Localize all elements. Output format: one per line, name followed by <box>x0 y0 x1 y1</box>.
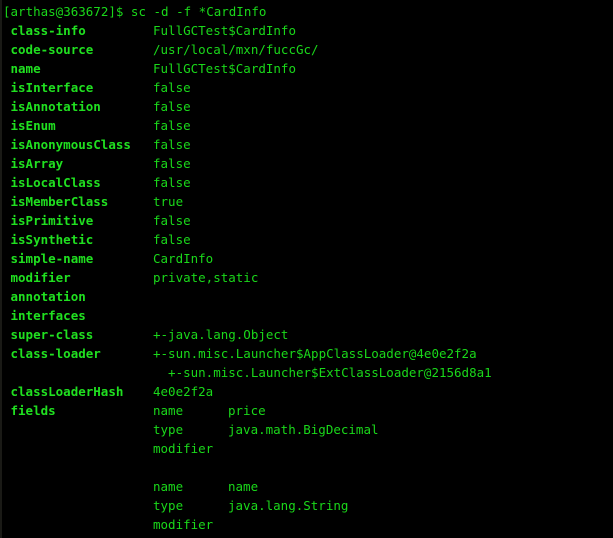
detail-row-simple-name: simple-name CardInfo <box>3 249 613 268</box>
fields-row-modifier-0: modifier <box>3 439 613 458</box>
detail-key: name <box>10 61 41 76</box>
field-value-name: price <box>228 403 266 418</box>
detail-row-class-info: class-info FullGCTest$CardInfo <box>3 21 613 40</box>
detail-key: class-loader <box>10 346 101 361</box>
detail-row-name: name FullGCTest$CardInfo <box>3 59 613 78</box>
detail-row-modifier: modifier private,static <box>3 268 613 287</box>
detail-value: true <box>153 194 184 209</box>
detail-row-isannotation: isAnnotation false <box>3 97 613 116</box>
field-label-modifier: modifier <box>153 517 214 532</box>
detail-value: false <box>153 156 191 171</box>
detail-value: false <box>153 99 191 114</box>
detail-row-class-loader: class-loader +-sun.misc.Launcher$AppClass… <box>3 344 613 363</box>
field-value-name: name <box>228 479 259 494</box>
detail-row-isinterface: isInterface false <box>3 78 613 97</box>
detail-key: isLocalClass <box>10 175 101 190</box>
field-label-modifier: modifier <box>153 441 214 456</box>
detail-row-super-class: super-class +-java.lang.Object <box>3 325 613 344</box>
detail-row-isarray: isArray false <box>3 154 613 173</box>
prompt-text: [arthas@363672]$ sc -d -f *CardInfo <box>3 4 267 19</box>
detail-value: false <box>153 118 191 133</box>
terminal-window[interactable]: [arthas@363672]$ sc -d -f *CardInfo clas… <box>0 0 613 538</box>
detail-row-islocalclass: isLocalClass false <box>3 173 613 192</box>
detail-key: simple-name <box>10 251 94 266</box>
detail-key: isInterface <box>10 80 94 95</box>
detail-value: false <box>153 80 191 95</box>
fields-separator <box>3 458 613 477</box>
detail-row-interfaces: interfaces <box>3 306 613 325</box>
detail-value: false <box>153 137 191 152</box>
fields-separator <box>3 534 613 538</box>
detail-row-classloaderhash: classLoaderHash 4e0e2f2a <box>3 382 613 401</box>
detail-value: +-java.lang.Object <box>153 327 289 342</box>
detail-key: code-source <box>10 42 94 57</box>
detail-key: classLoaderHash <box>10 384 124 399</box>
detail-value: false <box>153 175 191 190</box>
detail-row-isanonymousclass: isAnonymousClass false <box>3 135 613 154</box>
terminal-left-gutter <box>0 0 2 538</box>
fields-row-name-1: name name <box>3 477 613 496</box>
detail-row-isprimitive: isPrimitive false <box>3 211 613 230</box>
detail-key: modifier <box>10 270 71 285</box>
detail-key: isMemberClass <box>10 194 109 209</box>
detail-key: annotation <box>10 289 86 304</box>
detail-key: isAnnotation <box>10 99 101 114</box>
detail-key: interfaces <box>10 308 86 323</box>
detail-value: private,static <box>153 270 259 285</box>
detail-row-ismemberclass: isMemberClass true <box>3 192 613 211</box>
terminal-screen: [arthas@363672]$ sc -d -f *CardInfo clas… <box>3 2 613 538</box>
fields-key: fields <box>10 403 56 418</box>
detail-key: super-class <box>10 327 94 342</box>
fields-row-type-0: type java.math.BigDecimal <box>3 420 613 439</box>
detail-row-isenum: isEnum false <box>3 116 613 135</box>
fields-row-type-1: type java.lang.String <box>3 496 613 515</box>
detail-value: 4e0e2f2a <box>153 384 214 399</box>
detail-value: false <box>153 213 191 228</box>
detail-key: class-info <box>10 23 86 38</box>
fields-row-name-0: fields name price <box>3 401 613 420</box>
command-prompt-line: [arthas@363672]$ sc -d -f *CardInfo <box>3 2 613 21</box>
field-label-type: type <box>153 422 184 437</box>
field-label-name: name <box>153 479 184 494</box>
detail-value: CardInfo <box>153 251 214 266</box>
detail-row-annotation: annotation <box>3 287 613 306</box>
fields-row-modifier-1: modifier <box>3 515 613 534</box>
detail-value: false <box>153 232 191 247</box>
detail-key: isPrimitive <box>10 213 94 228</box>
field-value-type: java.math.BigDecimal <box>228 422 379 437</box>
field-label-name: name <box>153 403 184 418</box>
field-label-type: type <box>153 498 184 513</box>
detail-value: /usr/local/mxn/fuccGc/ <box>153 42 319 57</box>
detail-key: isAnonymousClass <box>10 137 131 152</box>
detail-key: isEnum <box>10 118 56 133</box>
field-value-type: java.lang.String <box>228 498 349 513</box>
class-loader-line-2: +-sun.misc.Launcher$ExtClassLoader@2156d… <box>153 365 492 380</box>
detail-row-issynthetic: isSynthetic false <box>3 230 613 249</box>
detail-key: isArray <box>10 156 64 171</box>
detail-value: FullGCTest$CardInfo <box>153 23 296 38</box>
detail-value: FullGCTest$CardInfo <box>153 61 296 76</box>
class-loader-child-row: +-sun.misc.Launcher$ExtClassLoader@2156d… <box>3 363 613 382</box>
class-loader-line-1: +-sun.misc.Launcher$AppClassLoader@4e0e2… <box>153 346 477 361</box>
detail-key: isSynthetic <box>10 232 94 247</box>
detail-row-code-source: code-source/usr/local/mxn/fuccGc/ <box>3 40 613 59</box>
